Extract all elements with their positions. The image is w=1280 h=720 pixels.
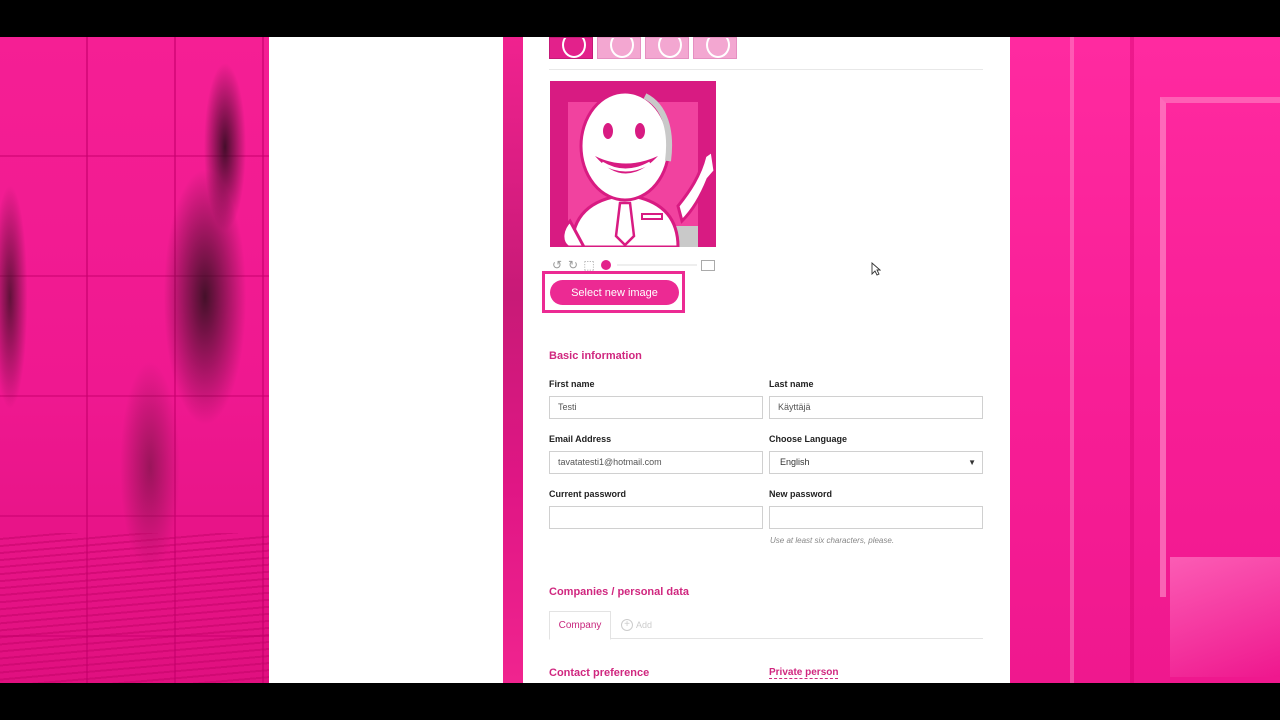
image-toolbar: ↺ ↻ ⬚	[551, 259, 715, 271]
language-select-value: English	[780, 457, 810, 467]
image-large-icon[interactable]	[701, 259, 715, 271]
plus-icon: +	[621, 619, 633, 631]
divider	[549, 69, 983, 70]
add-label: Add	[636, 620, 653, 630]
current-password-field[interactable]	[549, 506, 763, 529]
avatar-thumbnail[interactable]	[597, 37, 641, 59]
zoom-slider-track[interactable]	[617, 264, 697, 266]
first-name-label: First name	[549, 379, 595, 389]
language-select[interactable]: English ▼	[769, 451, 983, 474]
add-company-button[interactable]: + Add	[621, 619, 652, 631]
select-new-image-button[interactable]: Select new image	[550, 280, 679, 305]
last-name-label: Last name	[769, 379, 814, 389]
contact-preference-heading: Contact preference	[549, 667, 650, 679]
basic-information-heading: Basic information	[549, 350, 642, 362]
current-password-label: Current password	[549, 489, 627, 499]
avatar-thumbnail[interactable]	[645, 37, 689, 59]
profile-form-panel: ↺ ↻ ⬚ Select new image Basic information…	[523, 37, 1010, 683]
companies-heading: Companies / personal data	[549, 586, 689, 598]
background-photo-strip	[503, 37, 523, 683]
zoom-slider-handle[interactable]	[601, 260, 611, 270]
rotate-right-icon[interactable]: ↻	[567, 259, 579, 271]
background-photo-right	[1010, 37, 1280, 683]
companies-tabs: Company + Add	[549, 611, 983, 640]
chevron-down-icon: ▼	[968, 458, 976, 467]
new-password-field[interactable]	[769, 506, 983, 529]
mouse-cursor-icon	[871, 262, 881, 276]
email-label: Email Address	[549, 434, 612, 444]
password-hint: Use at least six characters, please.	[770, 536, 895, 545]
background-photo-left	[0, 37, 269, 683]
avatar-thumbnail-strip	[549, 37, 737, 59]
video-frame: ↺ ↻ ⬚ Select new image Basic information…	[0, 37, 1280, 683]
tab-company[interactable]: Company	[549, 611, 611, 640]
rotate-left-icon[interactable]: ↺	[551, 259, 563, 271]
letterbox-top	[0, 0, 1280, 37]
avatar-image	[550, 81, 716, 247]
crop-small-icon[interactable]: ⬚	[583, 259, 595, 271]
new-password-label: New password	[769, 489, 833, 499]
avatar-thumbnail[interactable]	[549, 37, 593, 59]
page-margin	[269, 37, 503, 683]
letterbox-bottom	[0, 683, 1280, 720]
first-name-field[interactable]: Testi	[549, 396, 763, 419]
language-label: Choose Language	[769, 434, 848, 444]
email-field[interactable]: tavatatesti1@hotmail.com	[549, 451, 763, 474]
mascot-illustration	[561, 90, 716, 247]
private-person-link[interactable]: Private person	[769, 667, 839, 679]
avatar-thumbnail[interactable]	[693, 37, 737, 59]
last-name-field[interactable]: Käyttäjä	[769, 396, 983, 419]
